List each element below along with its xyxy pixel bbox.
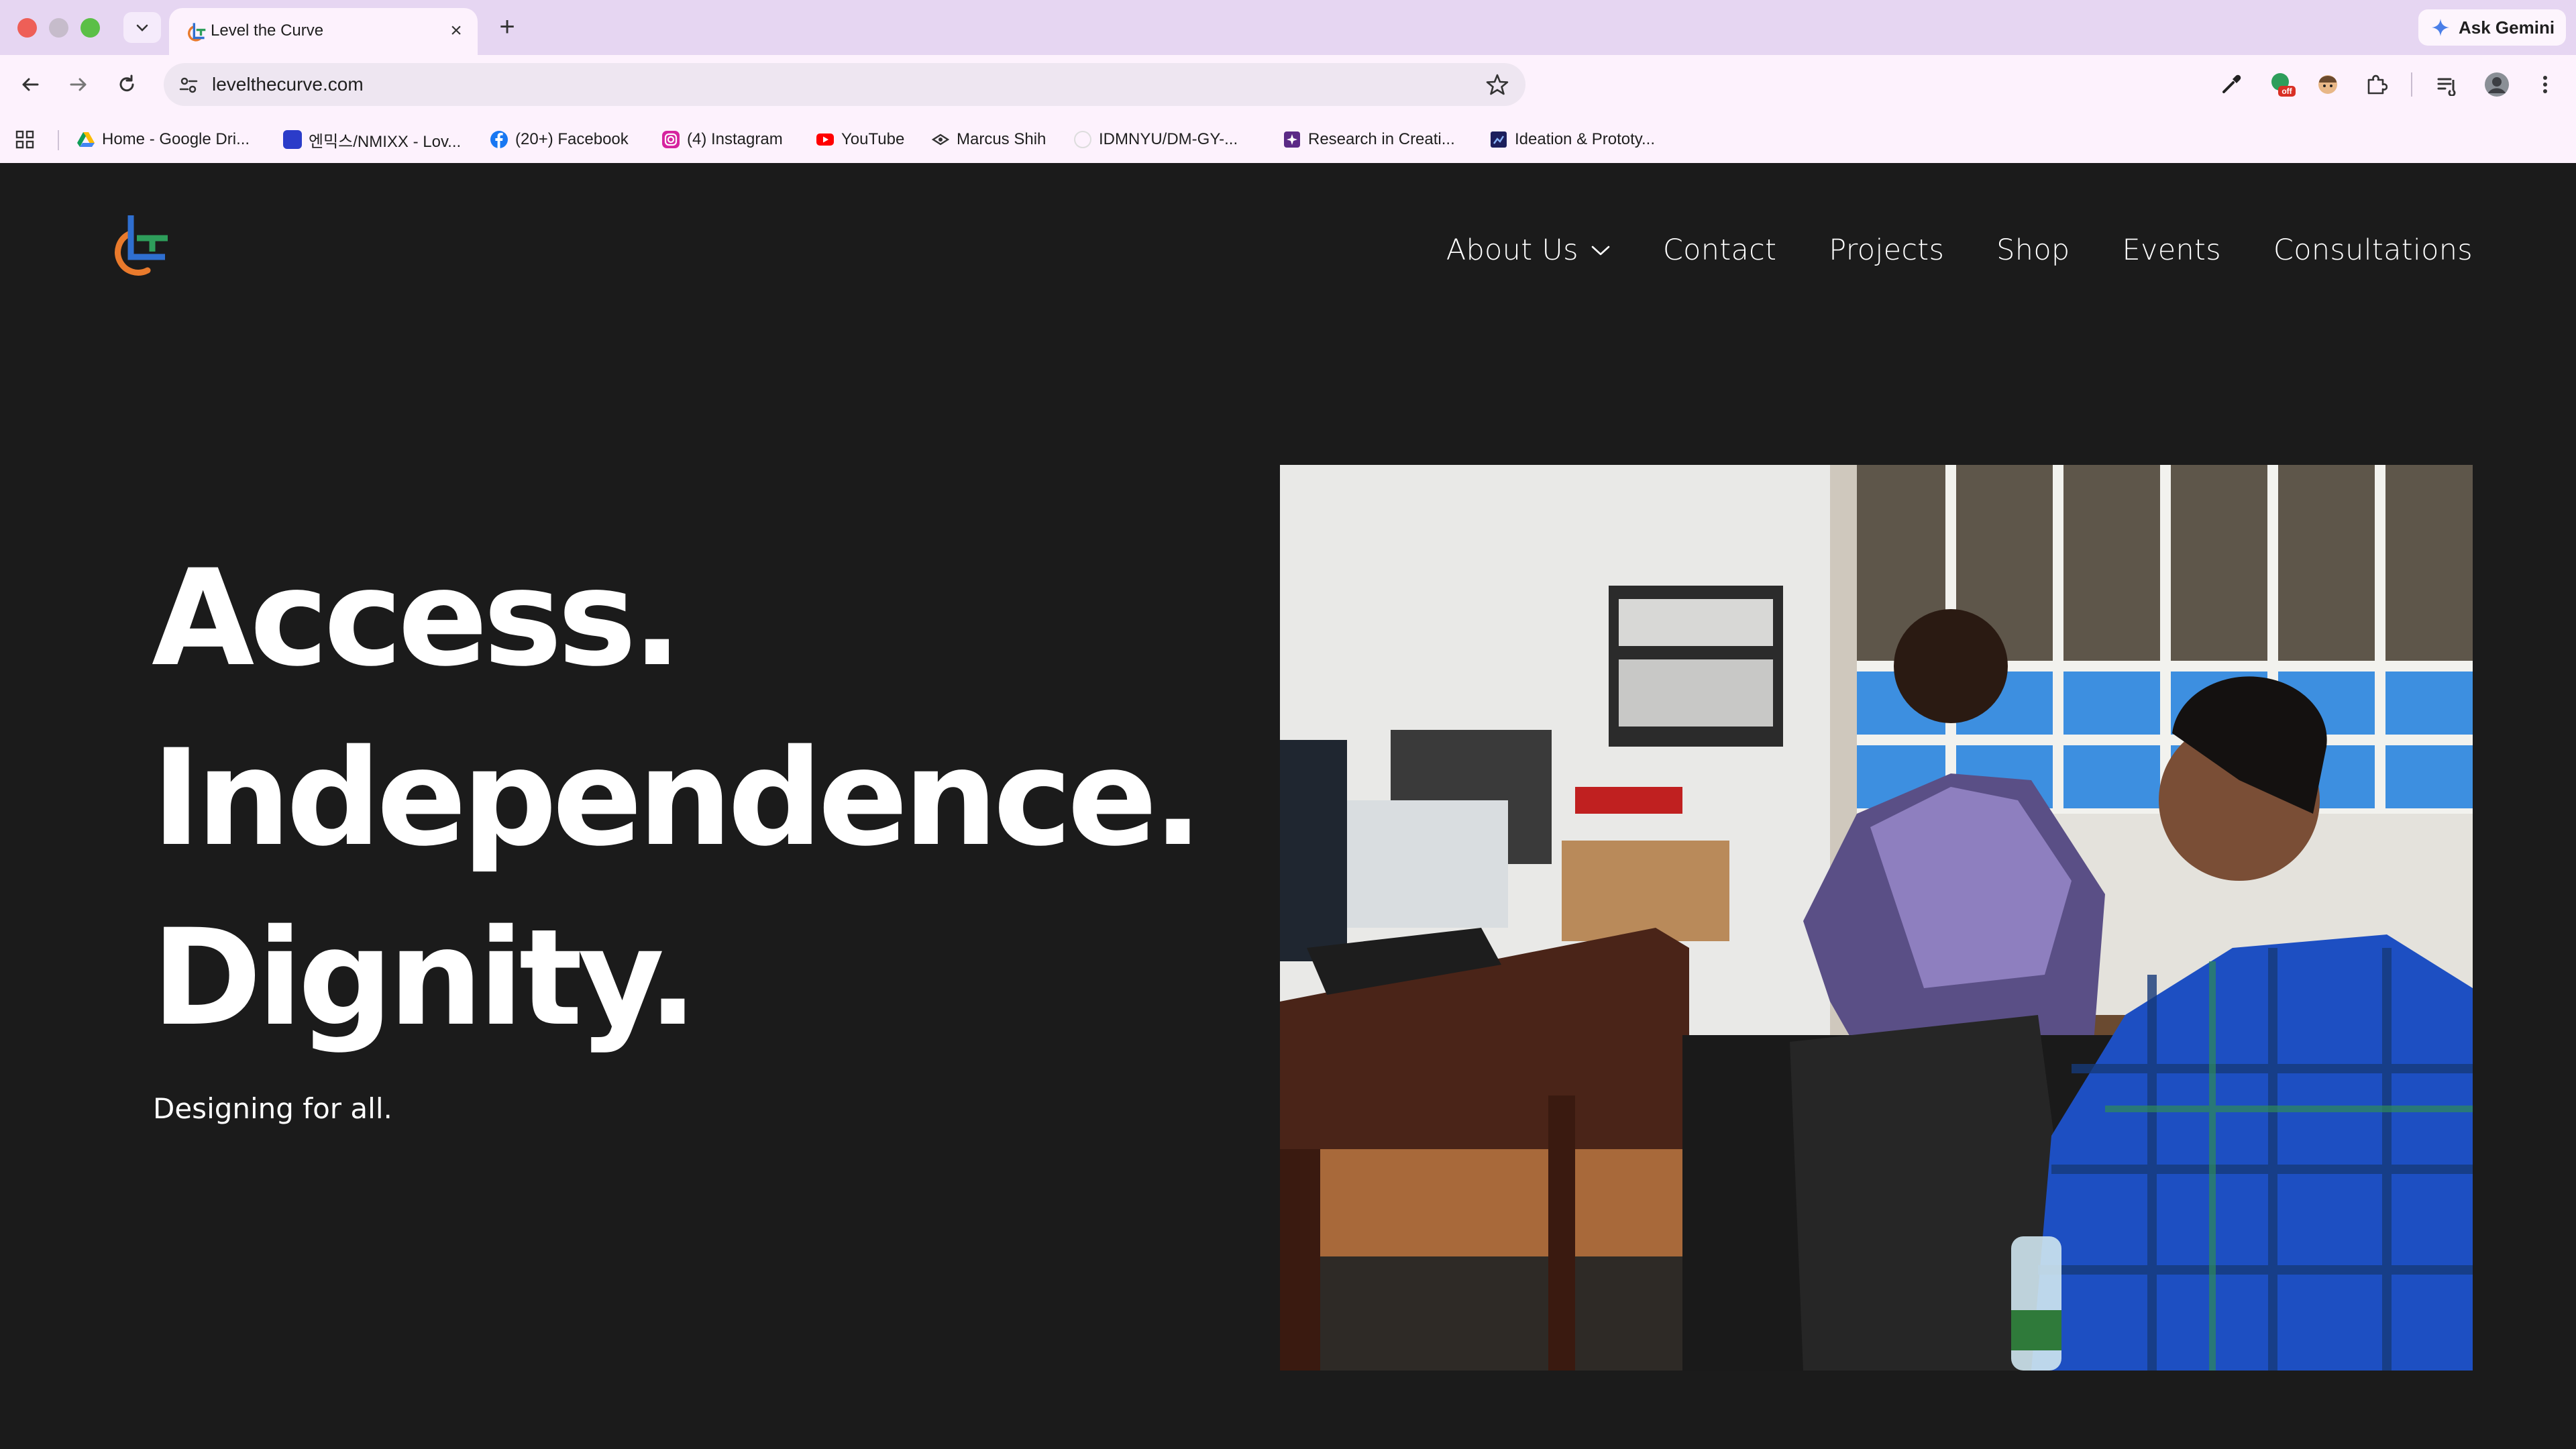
- browser-chrome: Level the Curve × + Ask Gemini levelthec…: [0, 0, 2576, 163]
- chevron-down-icon: [136, 24, 148, 32]
- bookmark-label: Marcus Shih: [957, 130, 1046, 148]
- bookmark-ideation[interactable]: Ideation & Prototy...: [1489, 127, 1655, 152]
- more-vertical-icon: [2543, 76, 2547, 93]
- bookmarks-divider: [58, 130, 59, 150]
- browser-menu-button[interactable]: [2532, 71, 2559, 98]
- bookmark-label: (4) Instagram: [687, 130, 783, 148]
- bookmark-label: 엔믹스/NMIXX - Lov...: [309, 132, 462, 151]
- bookmark-label: (20+) Facebook: [515, 130, 629, 148]
- headline-independence: Independence.: [152, 720, 1203, 875]
- bookmark-star-icon[interactable]: [1485, 72, 1509, 97]
- forward-button[interactable]: [63, 69, 94, 100]
- nav-about-us[interactable]: About Us: [1446, 233, 1611, 267]
- research-icon: [1284, 131, 1300, 148]
- tab-title: Level the Curve: [211, 21, 324, 40]
- bookmark-nmixx[interactable]: 엔믹스/NMIXX - Lov...: [283, 127, 461, 152]
- bookmark-label: IDMNYU/DM-GY-...: [1099, 130, 1238, 148]
- bookmark-label: Ideation & Prototy...: [1515, 130, 1656, 148]
- back-button[interactable]: [15, 69, 46, 100]
- bookmark-label: YouTube: [841, 130, 905, 148]
- address-bar[interactable]: levelthecurve.com: [164, 63, 1525, 106]
- hero-tagline: Designing for all.: [153, 1092, 392, 1125]
- url-text[interactable]: levelthecurve.com: [212, 74, 364, 95]
- bookmark-facebook[interactable]: (20+) Facebook: [490, 127, 629, 152]
- bookmarks-bar: Home - Google Dri... 엔믹스/NMIXX - Lov... …: [0, 123, 2576, 154]
- google-drive-icon: [77, 132, 95, 147]
- level-the-curve-favicon: [188, 23, 206, 42]
- bookmark-youtube[interactable]: YouTube: [816, 127, 904, 152]
- avatar-extension[interactable]: [2314, 71, 2341, 98]
- hero-photo: [1280, 465, 2473, 1371]
- eyedropper-extension[interactable]: [2218, 71, 2245, 98]
- ad-blocker-icon: off: [2271, 73, 2296, 97]
- active-tab[interactable]: Level the Curve ×: [169, 8, 478, 55]
- toolbar-divider: [2411, 72, 2412, 97]
- bookmark-label: Research in Creati...: [1308, 130, 1455, 148]
- level-the-curve-logo[interactable]: [101, 210, 174, 284]
- main-nav: About Us Contact Projects Shop Events Co…: [1446, 230, 2473, 270]
- bookmark-research[interactable]: Research in Creati...: [1283, 127, 1455, 152]
- bookmark-marcus-shih[interactable]: Marcus Shih: [931, 127, 1046, 152]
- profile-button[interactable]: [2483, 71, 2510, 98]
- cartoon-face-icon: [2318, 75, 2337, 94]
- minimize-window-button[interactable]: [49, 18, 68, 38]
- nav-about-us-label: About Us: [1446, 233, 1578, 267]
- marcus-icon: [931, 133, 950, 146]
- extensions-button[interactable]: [2363, 71, 2390, 98]
- site-info-icon[interactable]: [178, 75, 199, 95]
- profile-avatar: [2485, 72, 2509, 97]
- extension-badge: off: [2282, 87, 2292, 96]
- tab-close-button[interactable]: ×: [444, 19, 468, 43]
- nav-events[interactable]: Events: [2123, 233, 2221, 267]
- eyedropper-icon: [2222, 74, 2241, 93]
- tab-strip: Level the Curve × + Ask Gemini: [0, 0, 2576, 55]
- headline-access: Access.: [152, 541, 682, 696]
- puzzle-piece-icon: [2367, 74, 2387, 95]
- apps-button[interactable]: [15, 127, 35, 152]
- github-icon: [1074, 131, 1091, 148]
- bookmark-blue-icon: [283, 130, 302, 149]
- new-tab-button[interactable]: +: [494, 13, 521, 40]
- nav-consultations[interactable]: Consultations: [2273, 233, 2473, 267]
- media-queue-icon: [2437, 78, 2456, 96]
- workshop-scene-illustration: [1280, 465, 2473, 1371]
- reload-button[interactable]: [111, 69, 142, 100]
- tab-search-button[interactable]: [123, 12, 161, 43]
- nav-projects[interactable]: Projects: [1829, 233, 1944, 267]
- youtube-icon: [816, 133, 834, 146]
- ask-gemini-label: Ask Gemini: [2459, 17, 2555, 38]
- facebook-icon: [490, 131, 508, 148]
- ideation-icon: [1491, 131, 1507, 148]
- apps-grid-icon: [15, 130, 34, 149]
- nav-contact[interactable]: Contact: [1663, 233, 1776, 267]
- close-window-button[interactable]: [17, 18, 37, 38]
- bookmark-google-drive[interactable]: Home - Google Dri...: [76, 127, 250, 152]
- bookmark-instagram[interactable]: (4) Instagram: [661, 127, 783, 152]
- bookmark-idmnyu[interactable]: IDMNYU/DM-GY-...: [1073, 127, 1238, 152]
- maximize-window-button[interactable]: [80, 18, 100, 38]
- headline-dignity: Dignity.: [152, 900, 698, 1055]
- reading-list-button[interactable]: [2434, 71, 2461, 98]
- reload-icon: [119, 74, 134, 92]
- page-content: About Us Contact Projects Shop Events Co…: [0, 163, 2576, 1449]
- forward-arrow-icon: [70, 78, 87, 91]
- instagram-icon: [662, 131, 680, 148]
- ask-gemini-button[interactable]: Ask Gemini: [2418, 9, 2566, 46]
- ad-blocker-extension[interactable]: off: [2269, 71, 2296, 98]
- bookmark-label: Home - Google Dri...: [102, 130, 250, 148]
- gemini-sparkle-icon: [2432, 19, 2449, 36]
- chevron-down-icon: [1591, 246, 1610, 256]
- back-arrow-icon: [22, 78, 39, 91]
- nav-shop[interactable]: Shop: [1996, 233, 2070, 267]
